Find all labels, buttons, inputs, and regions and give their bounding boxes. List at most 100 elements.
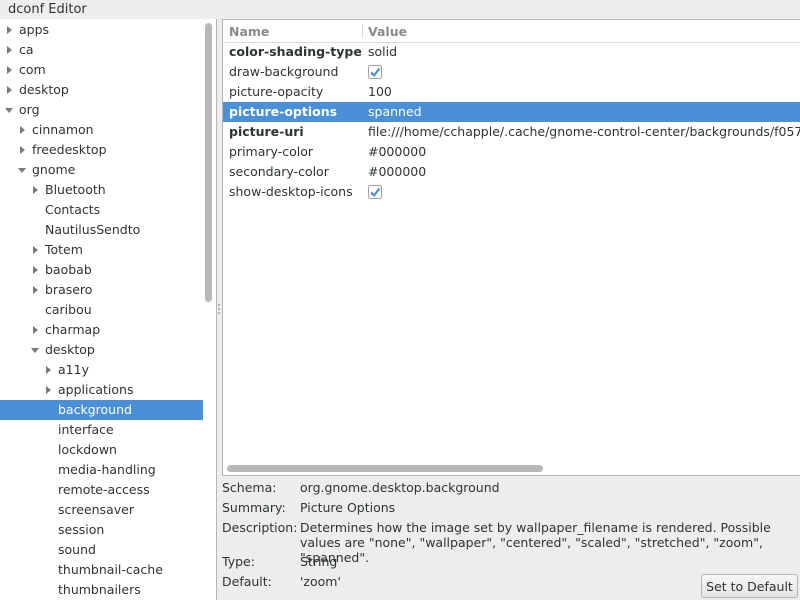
- pane-resize-grip[interactable]: [218, 304, 220, 318]
- tree-item-brasero[interactable]: brasero: [0, 280, 203, 300]
- tree-item-sound[interactable]: sound: [0, 540, 203, 560]
- expander-collapsed-icon[interactable]: [31, 260, 41, 280]
- key-row-picture-options[interactable]: picture-options spanned: [223, 102, 800, 122]
- tree-item-applications[interactable]: applications: [0, 380, 203, 400]
- tree-item-label: cinnamon: [32, 122, 94, 137]
- expander-collapsed-icon[interactable]: [18, 120, 28, 140]
- tree-item-label: thumbnailers: [58, 582, 141, 597]
- tree-item-charmap[interactable]: charmap: [0, 320, 203, 340]
- checkbox-checked-icon[interactable]: [368, 65, 382, 79]
- tree-item-ca[interactable]: ca: [0, 40, 203, 60]
- expander-collapsed-icon[interactable]: [5, 80, 15, 100]
- tree-item-background[interactable]: background: [0, 400, 203, 420]
- title-bar: dconf Editor: [0, 0, 800, 19]
- key-row-picture-uri[interactable]: picture-uri file:///home/cchapple/.cache/…: [223, 122, 800, 142]
- tree-item-label: Totem: [45, 242, 83, 257]
- tree-item-label: brasero: [45, 282, 93, 297]
- tree-item-label: media-handling: [58, 462, 156, 477]
- set-to-default-button[interactable]: Set to Default: [701, 574, 798, 598]
- tree-item-org[interactable]: org: [0, 100, 203, 120]
- tree-scrollbar[interactable]: [203, 19, 216, 600]
- keys-horizontal-scrollbar[interactable]: [223, 460, 800, 474]
- tree-item-cinnamon[interactable]: cinnamon: [0, 120, 203, 140]
- tree-item-gnome[interactable]: gnome: [0, 160, 203, 180]
- expander-collapsed-icon[interactable]: [31, 180, 41, 200]
- checkbox-checked-icon[interactable]: [368, 185, 382, 199]
- key-row-draw-background[interactable]: draw-background: [223, 62, 800, 82]
- key-name: picture-uri: [229, 124, 304, 139]
- tree-item-baobab[interactable]: baobab: [0, 260, 203, 280]
- keys-list[interactable]: Name Value color-shading-type solid draw-b…: [222, 19, 800, 476]
- column-header-value[interactable]: Value: [368, 24, 407, 39]
- key-name: picture-options: [229, 104, 338, 119]
- key-name: draw-background: [229, 64, 339, 79]
- tree-item-desktop[interactable]: desktop: [0, 340, 203, 360]
- expander-collapsed-icon[interactable]: [5, 20, 15, 40]
- tree-item-a11y[interactable]: a11y: [0, 360, 203, 380]
- tree-item-totem[interactable]: Totem: [0, 240, 203, 260]
- tree-item-label: background: [58, 402, 132, 417]
- schema-value: org.gnome.desktop.background: [300, 480, 500, 495]
- keys-list-header: Name Value: [223, 20, 800, 43]
- tree-item-label: NautilusSendto: [45, 222, 141, 237]
- key-name: secondary-color: [229, 164, 329, 179]
- tree-item-label: charmap: [45, 322, 101, 337]
- tree-item-apps[interactable]: apps: [0, 20, 203, 40]
- tree-item-desktop[interactable]: desktop: [0, 80, 203, 100]
- tree-item-session[interactable]: session: [0, 520, 203, 540]
- tree-item-interface[interactable]: interface: [0, 420, 203, 440]
- expander-collapsed-icon[interactable]: [5, 40, 15, 60]
- key-row-picture-opacity[interactable]: picture-opacity 100: [223, 82, 800, 102]
- tree-item-remote-access[interactable]: remote-access: [0, 480, 203, 500]
- tree-item-label: ca: [19, 42, 34, 57]
- expander-collapsed-icon[interactable]: [5, 60, 15, 80]
- tree-item-screensaver[interactable]: screensaver: [0, 500, 203, 520]
- tree-item-label: apps: [19, 22, 50, 37]
- expander-collapsed-icon[interactable]: [31, 320, 41, 340]
- key-value: #000000: [368, 144, 427, 159]
- tree-item-caribou[interactable]: caribou: [0, 300, 203, 320]
- tree-item-thumbnail-cache[interactable]: thumbnail-cache: [0, 560, 203, 580]
- key-value: file:///home/cchapple/.cache/gnome-contr…: [368, 124, 800, 139]
- tree-item-bluetooth[interactable]: Bluetooth: [0, 180, 203, 200]
- tree-item-contacts[interactable]: Contacts: [0, 200, 203, 220]
- expander-collapsed-icon[interactable]: [31, 280, 41, 300]
- key-name: color-shading-type: [229, 44, 362, 59]
- tree-item-label: a11y: [58, 362, 89, 377]
- tree-scrollbar-thumb[interactable]: [205, 23, 212, 302]
- tree-item-com[interactable]: com: [0, 60, 203, 80]
- key-row-color-shading-type[interactable]: color-shading-type solid: [223, 42, 800, 62]
- tree-item-freedesktop[interactable]: freedesktop: [0, 140, 203, 160]
- key-name: show-desktop-icons: [229, 184, 353, 199]
- expander-collapsed-icon[interactable]: [31, 240, 41, 260]
- tree-item-label: session: [58, 522, 105, 537]
- schema-label: Schema:: [222, 480, 277, 495]
- tree-item-thumbnailers[interactable]: thumbnailers: [0, 580, 203, 600]
- key-name: primary-color: [229, 144, 313, 159]
- expander-expanded-icon[interactable]: [5, 100, 15, 120]
- column-header-name[interactable]: Name: [229, 24, 269, 39]
- tree-item-label: com: [19, 62, 46, 77]
- tree-item-label: desktop: [19, 82, 69, 97]
- tree-item-label: org: [19, 102, 40, 117]
- key-row-show-desktop-icons[interactable]: show-desktop-icons: [223, 182, 800, 202]
- keys-horizontal-scrollbar-thumb[interactable]: [227, 465, 543, 472]
- expander-collapsed-icon[interactable]: [18, 140, 28, 160]
- tree-item-lockdown[interactable]: lockdown: [0, 440, 203, 460]
- schema-tree[interactable]: apps ca com desktop org cinnamon freedesktop gn…: [0, 19, 217, 600]
- key-row-primary-color[interactable]: primary-color #000000: [223, 142, 800, 162]
- expander-expanded-icon[interactable]: [18, 160, 28, 180]
- summary-label: Summary:: [222, 500, 286, 515]
- expander-collapsed-icon[interactable]: [44, 360, 54, 380]
- tree-item-label: gnome: [32, 162, 76, 177]
- column-separator: [362, 24, 363, 38]
- type-value: String: [300, 554, 338, 569]
- expander-expanded-icon[interactable]: [31, 340, 41, 360]
- description-label: Description:: [222, 520, 298, 535]
- tree-item-label: desktop: [45, 342, 95, 357]
- expander-collapsed-icon[interactable]: [44, 380, 54, 400]
- key-row-secondary-color[interactable]: secondary-color #000000: [223, 162, 800, 182]
- tree-item-media-handling[interactable]: media-handling: [0, 460, 203, 480]
- tree-item-nautilussendto[interactable]: NautilusSendto: [0, 220, 203, 240]
- tree-item-label: sound: [58, 542, 96, 557]
